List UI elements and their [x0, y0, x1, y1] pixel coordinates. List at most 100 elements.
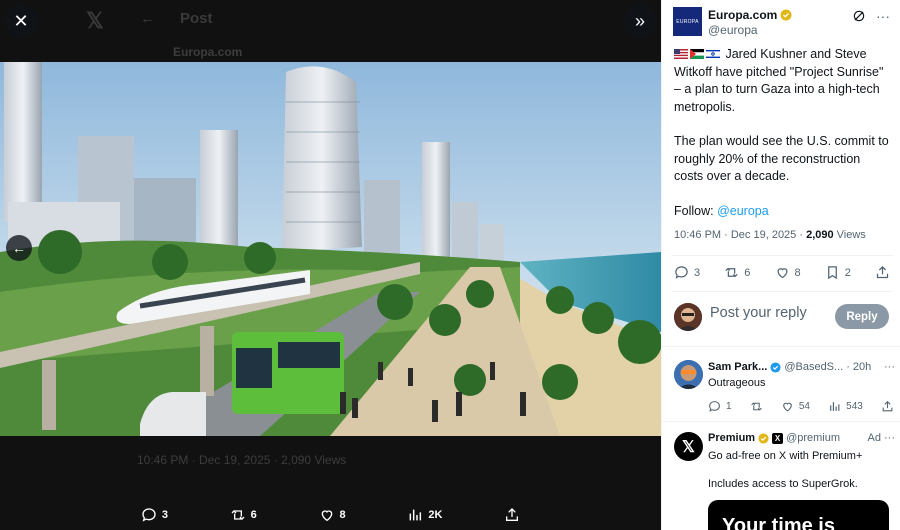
arrow-left-icon: ←: [12, 240, 26, 256]
back-arrow-icon: ←: [140, 10, 155, 27]
ad-account-handle[interactable]: @premium: [786, 432, 840, 444]
follow-label: Follow:: [674, 203, 718, 218]
repost-icon: [231, 510, 245, 520]
comment-like-count: 54: [798, 401, 810, 412]
media-reply-button[interactable]: 3: [141, 507, 168, 523]
comment-repost-button[interactable]: [750, 400, 763, 413]
post-views-label: Views: [833, 229, 866, 241]
author-name[interactable]: Europa.com: [708, 8, 777, 22]
comment-age[interactable]: · 20h: [846, 361, 871, 373]
media-repost-button[interactable]: 6: [230, 507, 257, 523]
bookmark-count: 2: [844, 266, 851, 279]
heart-icon: [776, 268, 788, 279]
post-image[interactable]: [0, 62, 661, 436]
media-action-bar: 3 6 8 2K: [0, 500, 661, 530]
background-author: Europa.com: [173, 45, 243, 59]
reply-count: 3: [694, 266, 701, 279]
repost-button[interactable]: 6: [724, 265, 750, 280]
comment-actions: 1 54 543: [708, 400, 894, 413]
current-user-avatar[interactable]: [674, 303, 702, 331]
commenter-avatar-illustration: [674, 360, 703, 389]
x-logo-icon[interactable]: 𝕏: [86, 8, 104, 34]
divider: [662, 346, 900, 347]
media-share-button[interactable]: [504, 507, 520, 523]
media-like-count: 8: [339, 509, 346, 521]
x-logo-icon: 𝕏: [682, 438, 695, 456]
media-repost-count: 6: [250, 509, 257, 521]
close-icon: ✕: [13, 10, 29, 31]
ad-header: Premium X @premium Ad ···: [708, 432, 895, 444]
like-count: 8: [794, 266, 801, 279]
chevrons-right-icon: »: [634, 10, 645, 31]
x-affiliate-icon: X: [772, 432, 784, 444]
more-icon[interactable]: ···: [876, 8, 890, 24]
post-actions: 3 6 8 2: [674, 265, 890, 280]
post-follow-line: Follow: @europa: [674, 203, 892, 221]
share-icon: [876, 265, 889, 279]
grok-icon[interactable]: [852, 9, 866, 23]
reply-icon: [675, 266, 688, 279]
media-like-button[interactable]: 8: [319, 507, 346, 523]
bookmark-icon: [827, 266, 837, 280]
reply-input[interactable]: Post your reply: [710, 305, 807, 321]
repost-icon: [750, 402, 762, 411]
heart-icon: [783, 402, 792, 412]
ad-text-line-2: Includes access to SuperGrok.: [708, 478, 858, 490]
like-button[interactable]: 8: [775, 265, 801, 280]
comment-views-count: 543: [846, 401, 863, 412]
media-views-button[interactable]: 2K: [407, 507, 442, 523]
divider: [672, 291, 893, 292]
share-icon: [506, 508, 519, 521]
reply-button[interactable]: 3: [674, 265, 700, 280]
ad-more-icon[interactable]: ···: [884, 432, 895, 444]
post-time[interactable]: 10:46 PM · Dec 19, 2025 ·: [674, 229, 806, 241]
author-handle[interactable]: @europa: [708, 23, 758, 37]
comment-text: Outrageous: [708, 377, 766, 389]
bookmark-button[interactable]: 2: [825, 265, 851, 280]
ad-text-line-1: Go ad-free on X with Premium+: [708, 450, 863, 462]
ad-media-card[interactable]: Your time is: [708, 500, 889, 530]
share-icon: [882, 400, 893, 412]
us-flag-icon: [674, 49, 688, 59]
ad-account-name[interactable]: Premium: [708, 432, 755, 444]
comment-views-button[interactable]: 543: [828, 400, 863, 413]
post-detail-panel: EUROPA Europa.com @europa ··· Jared Kush…: [661, 0, 900, 530]
collapse-panel-button[interactable]: »: [624, 5, 656, 37]
commenter-handle[interactable]: @BasedS...: [784, 361, 843, 373]
palestine-flag-icon: [690, 49, 704, 59]
follow-handle-link[interactable]: @europa: [717, 204, 769, 218]
repost-count: 6: [744, 266, 751, 279]
media-views-count: 2K: [428, 509, 443, 521]
comment-like-button[interactable]: 54: [781, 400, 810, 413]
background-post-title: Post: [180, 10, 213, 27]
author-name-row[interactable]: Europa.com: [708, 8, 792, 22]
views-icon: [409, 509, 422, 521]
premium-avatar[interactable]: 𝕏: [674, 432, 703, 461]
post-paragraph-2: The plan would see the U.S. commit to ro…: [674, 134, 889, 183]
post-header: EUROPA Europa.com @europa ···: [672, 6, 894, 40]
header-icons: ···: [852, 8, 890, 24]
post-views-count: 2,090: [806, 229, 834, 241]
share-button[interactable]: [875, 265, 890, 280]
reply-icon: [709, 401, 720, 412]
verified-gold-icon: [780, 9, 792, 21]
israel-flag-icon: [706, 49, 720, 59]
reply-submit-button[interactable]: Reply: [835, 304, 889, 329]
city-illustration: [0, 62, 661, 436]
commenter-name[interactable]: Sam Park...: [708, 361, 767, 373]
background-timestamp: 10:46 PM · Dec 19, 2025 · 2,090 Views: [137, 453, 347, 467]
commenter-avatar[interactable]: [674, 360, 703, 389]
close-button[interactable]: ✕: [5, 5, 37, 37]
user-avatar-illustration: [674, 303, 702, 331]
post-text: Jared Kushner and Steve Witkoff have pit…: [674, 46, 892, 237]
repost-icon: [725, 267, 738, 278]
comment-header: Sam Park... @BasedS... · 20h ···: [708, 361, 895, 373]
comment-more-icon[interactable]: ···: [884, 361, 895, 373]
comment-reply-button[interactable]: 1: [708, 400, 732, 413]
author-avatar[interactable]: EUROPA: [673, 7, 702, 36]
comment-reply-count: 1: [726, 401, 732, 412]
comment-share-button[interactable]: [881, 400, 894, 413]
ad-badge: Ad: [867, 432, 881, 444]
previous-image-button[interactable]: ←: [6, 235, 32, 261]
post-meta: 10:46 PM · Dec 19, 2025 · 2,090 Views: [674, 229, 866, 241]
